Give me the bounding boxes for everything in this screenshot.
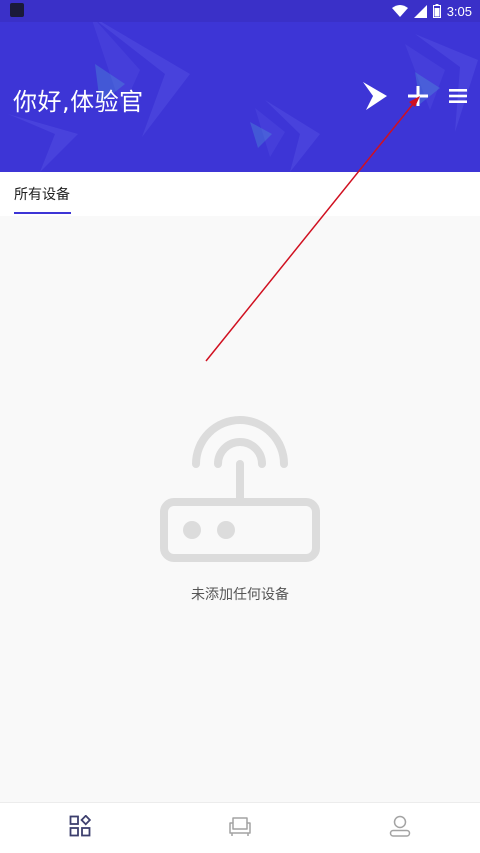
status-icons: 3:05 — [391, 2, 472, 20]
nav-devices[interactable] — [65, 811, 95, 841]
sofa-icon — [229, 817, 251, 836]
menu-icon — [449, 89, 467, 103]
battery-icon — [432, 4, 441, 18]
fish-logo-button[interactable] — [358, 80, 390, 112]
header: 你好,体验官 — [0, 22, 480, 172]
signal-icon — [413, 4, 427, 18]
fish-logo-icon — [363, 82, 387, 110]
tab-active-indicator — [14, 212, 71, 214]
bottom-nav — [0, 802, 480, 853]
wifi-icon — [391, 5, 408, 17]
nav-scenes[interactable] — [225, 811, 255, 841]
router-icon — [160, 416, 320, 562]
device-list-empty: 未添加任何设备 — [0, 216, 480, 802]
status-time: 3:05 — [446, 3, 472, 19]
tab-all-devices[interactable]: 所有设备 — [14, 172, 70, 216]
tab-bar: 所有设备 — [0, 172, 480, 216]
empty-state-message: 未添加任何设备 — [191, 587, 289, 603]
menu-button[interactable] — [442, 80, 474, 112]
greeting-title: 你好,体验官 — [13, 88, 144, 116]
profile-icon — [389, 815, 411, 837]
app-notification-icon — [10, 3, 24, 17]
add-device-button[interactable] — [402, 80, 434, 112]
devices-grid-icon — [69, 815, 91, 837]
nav-profile[interactable] — [385, 811, 415, 841]
status-bar: 3:05 — [0, 0, 480, 22]
add-icon — [408, 86, 428, 106]
